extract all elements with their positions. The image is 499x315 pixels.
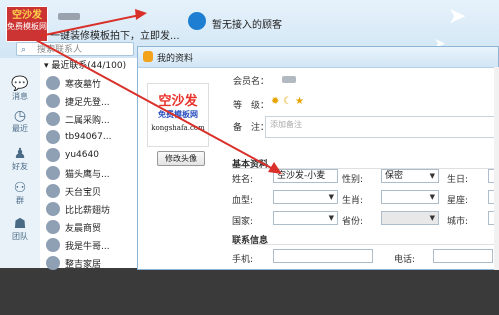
- annotation-arrows: [35, 9, 282, 174]
- red-arrow-head: [135, 9, 147, 20]
- red-arrow-line: [35, 39, 276, 171]
- red-arrow-line: [39, 14, 141, 37]
- bottom-shadow-bar: [0, 270, 499, 315]
